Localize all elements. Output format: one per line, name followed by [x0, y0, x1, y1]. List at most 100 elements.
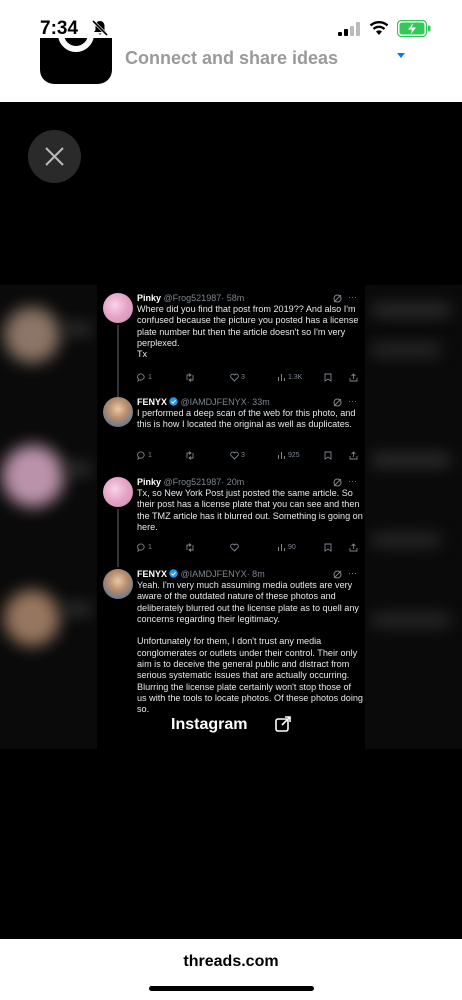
tweet-author: FENYX	[137, 569, 168, 579]
bell-off-icon	[91, 19, 109, 37]
cellular-signal-icon	[338, 22, 360, 36]
bookmark-button[interactable]	[324, 450, 332, 462]
retweet-button[interactable]	[185, 542, 195, 554]
thread-connector	[117, 325, 119, 397]
tweet-handle: @Frog521987	[163, 293, 222, 303]
post-image[interactable]: Pinky @Frog521987· 58m ··· Where did you…	[97, 285, 365, 749]
close-icon	[45, 147, 64, 166]
tweet-header: Pinky @Frog521987· 20m	[137, 476, 244, 488]
views-button[interactable]: 925	[277, 450, 300, 462]
tweet-time: · 20m	[221, 477, 245, 487]
like-button[interactable]	[230, 542, 239, 554]
top-banner: 7:34 Connect and share ideas	[0, 0, 462, 102]
retweet-icon	[186, 542, 194, 552]
heart-icon	[230, 373, 239, 382]
tweet-actions: 1 3 925	[137, 450, 363, 462]
avatar	[103, 569, 133, 599]
reply-count: 1	[147, 452, 152, 459]
view-count: 925	[287, 452, 300, 459]
share-button[interactable]	[349, 372, 358, 384]
tweet-handle: @IAMDJFENYX	[180, 569, 247, 579]
reply-icon	[137, 451, 145, 460]
tweet-handle: @IAMDJFENYX	[180, 397, 247, 407]
tweet-text: I performed a deep scan of the web for t…	[137, 408, 356, 430]
reply-button[interactable]: 1	[137, 542, 152, 554]
tweet-text: Tx, so New York Post just posted the sam…	[137, 488, 363, 532]
reply-icon	[137, 543, 145, 552]
share-icon	[349, 373, 358, 382]
bookmark-button[interactable]	[324, 372, 332, 384]
url-text: threads.com	[183, 953, 279, 970]
tweet-text: Yeah. I'm very much assuming media outle…	[137, 580, 363, 715]
bookmark-button[interactable]	[324, 542, 332, 554]
view-count: 1.3K	[287, 374, 303, 381]
views-icon	[278, 543, 285, 551]
tweet-header: FENYX @IAMDJFENYX· 8m	[137, 568, 265, 580]
retweet-button[interactable]	[185, 450, 195, 462]
tweet-actions: 1 3 1.3K	[137, 372, 363, 384]
banner-tagline: Connect and share ideas	[125, 48, 339, 68]
bookmark-icon	[324, 451, 332, 460]
battery-charging-icon	[397, 20, 431, 37]
more-options-icon: ···	[348, 568, 357, 578]
tweet-time: · 58m	[221, 293, 245, 303]
grok-icon	[333, 478, 342, 487]
browser-url-bar[interactable]: threads.com	[0, 939, 462, 1000]
share-button[interactable]	[349, 450, 358, 462]
views-icon	[278, 451, 285, 459]
thread-connector	[117, 509, 119, 567]
heart-icon	[230, 451, 239, 460]
tweet-header: FENYX @IAMDJFENYX· 33m	[137, 396, 270, 408]
chevron-down-icon[interactable]	[397, 53, 405, 58]
grok-icon	[333, 570, 342, 579]
wifi-icon	[369, 21, 389, 35]
retweet-icon	[186, 372, 194, 382]
tweet-actions: 1 90	[137, 542, 363, 554]
more-options-icon: ···	[348, 292, 357, 302]
reply-button[interactable]: 1	[137, 372, 152, 384]
bookmark-icon	[324, 373, 332, 382]
share-button[interactable]	[349, 542, 358, 554]
tweet-handle: @Frog521987	[163, 477, 222, 487]
like-count: 3	[240, 452, 245, 459]
heart-icon	[230, 543, 239, 552]
more-options-icon: ···	[348, 476, 357, 486]
instagram-label: Instagram	[171, 716, 248, 733]
reply-count: 1	[147, 544, 152, 551]
threads-logo	[40, 38, 112, 84]
tweet-author: FENYX	[137, 397, 168, 407]
retweet-button[interactable]	[185, 372, 195, 384]
tweet-author: Pinky	[137, 477, 162, 487]
reply-icon	[137, 373, 145, 382]
grok-icon	[333, 398, 342, 407]
bookmark-icon	[324, 543, 332, 552]
external-link-icon	[275, 716, 291, 732]
views-icon	[278, 373, 285, 381]
tweet-time: · 33m	[246, 397, 270, 407]
like-button[interactable]: 3	[230, 450, 245, 462]
status-time: 7:34	[40, 18, 79, 39]
blurred-background-left	[0, 285, 97, 749]
blurred-background-right	[365, 285, 462, 749]
retweet-icon	[186, 450, 194, 460]
share-icon	[349, 451, 358, 460]
tweet-text: Where did you find that post from 2019??…	[137, 304, 359, 360]
tweet-author: Pinky	[137, 293, 162, 303]
avatar	[103, 477, 133, 507]
tweet-time: · 8m	[246, 569, 265, 579]
instagram-link[interactable]: Instagram	[171, 714, 296, 738]
like-button[interactable]: 3	[230, 372, 245, 384]
views-button[interactable]: 1.3K	[277, 372, 302, 384]
tweet-header: Pinky @Frog521987· 58m	[137, 292, 244, 304]
more-options-icon: ···	[348, 396, 357, 406]
like-count: 3	[240, 374, 245, 381]
share-icon	[349, 543, 358, 552]
verified-badge-icon	[169, 397, 178, 406]
views-button[interactable]: 90	[277, 542, 296, 554]
avatar	[103, 293, 133, 323]
home-indicator[interactable]	[149, 986, 314, 991]
reply-count: 1	[147, 374, 152, 381]
close-button[interactable]	[28, 130, 81, 183]
avatar	[103, 397, 133, 427]
reply-button[interactable]: 1	[137, 450, 152, 462]
